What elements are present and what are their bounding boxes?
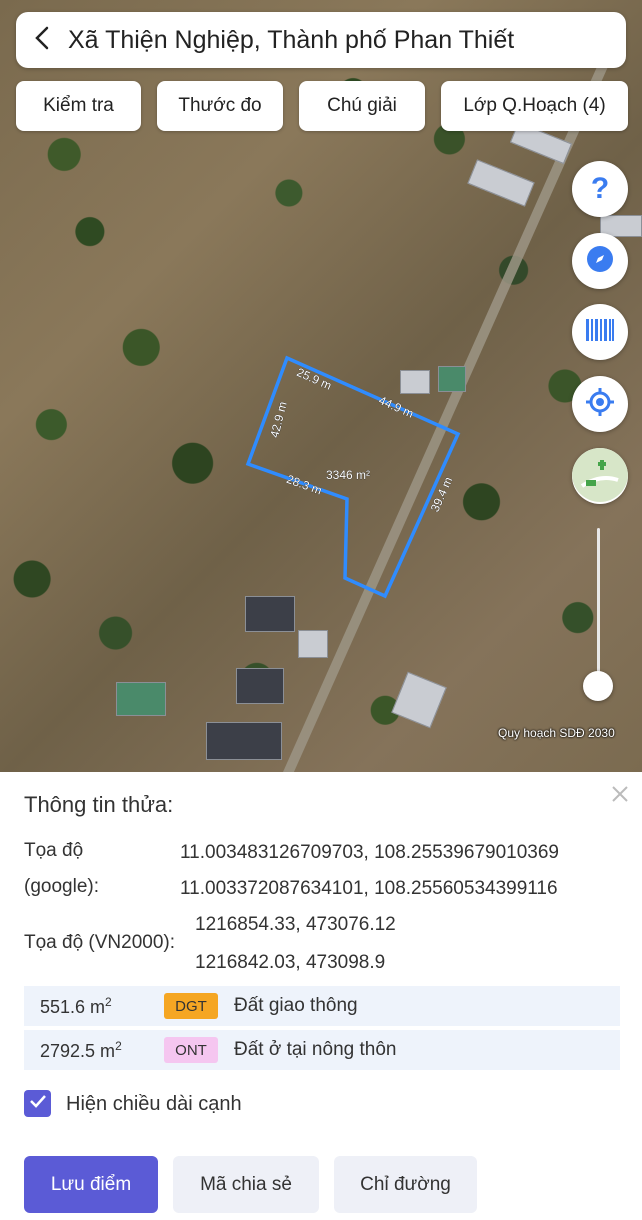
zoom-slider-thumb[interactable] <box>583 671 613 701</box>
coord-vn2000-label: Tọa độ (VN2000): <box>24 932 176 953</box>
land-use-code-badge: DGT <box>164 993 218 1019</box>
measure-button[interactable]: Thước đo <box>157 81 283 131</box>
help-icon: ? <box>590 172 610 205</box>
location-title[interactable]: Xã Thiện Nghiệp, Thành phố Phan Thiết <box>68 26 514 55</box>
land-use-area: 2792.5 m2 <box>40 1038 122 1061</box>
close-button[interactable] <box>606 782 634 810</box>
compass-icon <box>585 244 615 279</box>
my-location-button[interactable] <box>572 376 628 432</box>
checkmark-icon <box>29 1094 47 1113</box>
map-toolbar: Kiểm tra Thước đo Chú giải Lớp Q.Hoạch (… <box>16 81 628 131</box>
barcode-icon <box>585 318 615 347</box>
legend-button[interactable]: Chú giải <box>299 81 425 131</box>
show-edges-checkbox[interactable] <box>24 1090 51 1117</box>
directions-button[interactable]: Chỉ đường <box>334 1156 477 1213</box>
map-layer-thumbnail-icon <box>572 448 628 504</box>
coord-google-label: Tọa độ <box>24 840 84 861</box>
coord-google-label-suffix: (google): <box>24 876 99 897</box>
my-location-icon <box>585 387 615 422</box>
compass-button[interactable] <box>572 233 628 289</box>
land-use-row: 551.6 m2 DGT Đất giao thông <box>24 986 620 1026</box>
back-button[interactable] <box>16 12 68 68</box>
parcel-area-label: 3346 m² <box>326 468 370 482</box>
panel-title: Thông tin thửa: <box>24 792 174 817</box>
parcel-info-panel: Thông tin thửa: Tọa độ (google): 11.0034… <box>0 772 642 1220</box>
share-code-button[interactable]: Mã chia sẻ <box>173 1156 319 1213</box>
check-button[interactable]: Kiểm tra <box>16 81 141 131</box>
close-icon <box>611 785 629 808</box>
zoom-slider-track[interactable] <box>597 528 600 686</box>
show-edges-label[interactable]: Hiện chiều dài cạnh <box>66 1093 242 1116</box>
save-point-button[interactable]: Lưu điểm <box>24 1156 158 1213</box>
coord-vn2000-value[interactable]: 1216854.33, 473076.12 <box>195 914 396 936</box>
planning-layer-button[interactable]: Lớp Q.Hoạch (4) <box>441 81 628 131</box>
search-bar[interactable]: Xã Thiện Nghiệp, Thành phố Phan Thiết <box>16 12 626 68</box>
coord-google-value[interactable]: 11.003483126709703, 108.25539679010369 <box>180 842 622 864</box>
land-use-row: 2792.5 m2 ONT Đất ở tại nông thôn <box>24 1030 620 1070</box>
edge-length-label: 28.3 m <box>285 472 324 498</box>
land-use-name: Đất giao thông <box>234 995 358 1016</box>
edge-length-label: 44.9 m <box>377 393 416 421</box>
back-arrow-icon <box>31 25 53 56</box>
help-button[interactable]: ? <box>572 161 628 217</box>
map-credit: Quy hoạch SDĐ 2030 <box>498 726 615 740</box>
barcode-button[interactable] <box>572 304 628 360</box>
coord-google-value[interactable]: 11.003372087634101, 108.25560534399116 <box>180 878 622 900</box>
land-use-area: 551.6 m2 <box>40 994 112 1017</box>
land-use-code-badge: ONT <box>164 1037 218 1063</box>
layer-thumbnail-button[interactable] <box>572 448 628 504</box>
coord-vn2000-value[interactable]: 1216842.03, 473098.9 <box>195 952 385 974</box>
land-use-name: Đất ở tại nông thôn <box>234 1039 397 1060</box>
